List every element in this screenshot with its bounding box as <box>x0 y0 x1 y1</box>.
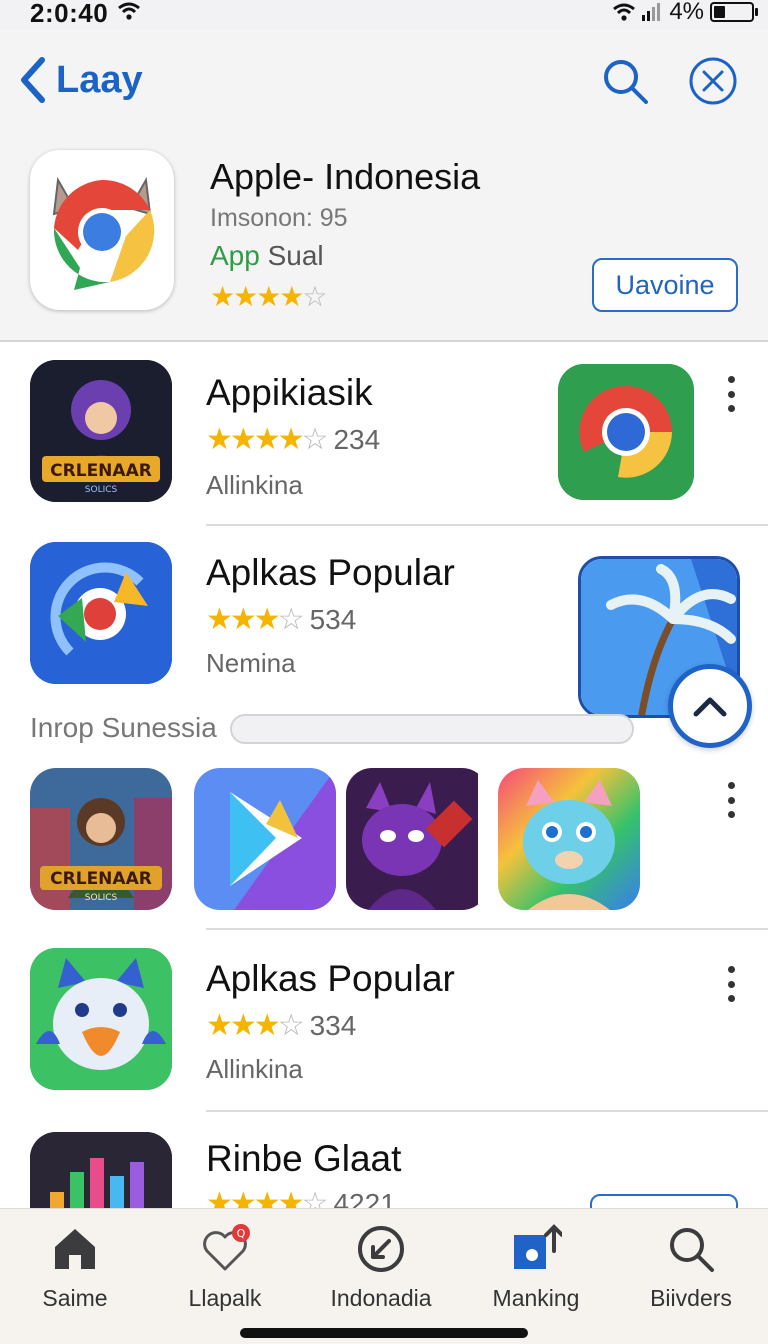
chrome-cat-icon <box>52 176 155 290</box>
game-app-icon-2[interactable]: CRLENAAR SOLICS <box>30 768 172 910</box>
tab-label: Saime <box>42 1285 108 1311</box>
app-rating: ★★★☆ 534 <box>206 602 356 637</box>
tab-explore[interactable]: Indonadia <box>306 1223 456 1312</box>
rating-count: 4221 <box>333 1187 396 1209</box>
compass-icon <box>358 1226 404 1272</box>
list-item[interactable]: Aplkas Popular ★★★☆ 334 Allinkina <box>0 944 768 1114</box>
section-progress-bar <box>230 714 634 744</box>
app-rating: ★★★★☆ 234 <box>206 422 380 457</box>
more-options-button[interactable] <box>716 372 746 416</box>
bar-chart-icon <box>30 1132 172 1208</box>
app-title: Aplkas Popular <box>206 958 455 999</box>
battery-fill <box>714 6 725 18</box>
featured-app-tag: App Sual <box>210 240 324 272</box>
svg-text:CRLENAAR: CRLENAAR <box>50 869 152 889</box>
play-store-app-icon[interactable] <box>194 768 336 910</box>
bird-mascot-icon <box>30 948 172 1090</box>
divider <box>206 524 768 526</box>
game-hero-icon: CRLENAAR SOLICS <box>30 768 172 910</box>
battery-percent: 4% <box>669 0 704 25</box>
game-character-icon: CRLENAAR SOLICS <box>30 360 172 502</box>
more-options-button[interactable] <box>716 962 746 1006</box>
app-subtitle: Allinkina <box>206 470 303 500</box>
status-bar: 2:0:40 4% <box>0 0 768 30</box>
list-item[interactable]: Aplkas Popular ★★★☆ 534 Nemina <box>0 540 768 718</box>
svg-text:Q: Q <box>237 1227 246 1240</box>
play-triangle-icon <box>194 768 336 910</box>
close-button[interactable] <box>688 56 738 106</box>
battery-icon <box>710 2 758 22</box>
tab-search[interactable]: Biivders <box>616 1223 766 1312</box>
featured-app-icon[interactable] <box>30 150 174 310</box>
rating-stars: ★★★★☆ <box>206 1187 328 1208</box>
tab-label: Biivders <box>650 1285 732 1311</box>
svg-text:SOLICS: SOLICS <box>85 485 118 495</box>
tab-favorites[interactable]: Q Llapalk <box>150 1223 300 1312</box>
recorder-app-icon <box>30 542 172 684</box>
featured-action-button[interactable]: Uavoine <box>592 258 738 312</box>
featured-app-subtitle: Imsonon: 95 <box>210 204 348 232</box>
back-button[interactable]: Laay <box>18 56 143 104</box>
status-time: 2:0:40 <box>30 0 109 28</box>
home-icon <box>55 1229 95 1269</box>
svg-text:CRLENAAR: CRLENAAR <box>50 461 152 481</box>
tag-app-text: App <box>210 240 260 271</box>
chrome-icon <box>558 364 694 500</box>
wifi-icon <box>118 2 140 20</box>
scroll-up-button[interactable] <box>668 664 752 748</box>
chevron-left-icon <box>21 57 45 103</box>
tab-label: Manking <box>492 1285 580 1311</box>
app-subtitle: Allinkina <box>206 1054 303 1084</box>
svg-text:SOLICS: SOLICS <box>85 893 118 903</box>
cat-face-icon <box>498 768 640 910</box>
chrome-app-icon[interactable] <box>558 364 694 500</box>
purple-cat-app-icon[interactable] <box>346 768 488 910</box>
home-indicator <box>240 1328 528 1338</box>
rating-stars: ★★★☆ <box>206 603 305 636</box>
rating-stars: ★★★☆ <box>206 1009 305 1042</box>
rainbow-cat-app-icon[interactable] <box>498 768 640 910</box>
bird-app-icon <box>30 948 172 1090</box>
tag-rest-text: Sual <box>259 240 324 271</box>
record-icon <box>30 542 172 684</box>
tab-home[interactable]: Saime <box>0 1223 150 1312</box>
featured-app-title: Apple- Indonesia <box>210 156 481 197</box>
app-title: Appikiasik <box>206 372 373 413</box>
section-label: Inrop Sunessia <box>30 712 217 743</box>
heart-icon: Q <box>203 1224 250 1271</box>
rating-stars: ★★★★☆ <box>206 423 328 456</box>
rating-count: 234 <box>333 423 381 455</box>
back-label: Laay <box>56 58 143 101</box>
search-button[interactable] <box>600 56 650 106</box>
app-title: Rinbe Glaat <box>206 1138 402 1179</box>
list-item[interactable]: Rinbe Glaat ★★★★☆ 4221 <box>0 1128 768 1208</box>
share-icon <box>514 1224 562 1269</box>
app-rating: ★★★★☆ 4221 <box>206 1186 396 1208</box>
app-header: Laay Apple- Indonesia Imsonon: 95 App Su… <box>0 30 768 342</box>
more-options-button[interactable] <box>716 778 746 822</box>
row-action-button[interactable] <box>590 1194 738 1208</box>
app-title: Aplkas Popular <box>206 552 455 593</box>
status-indicators: 4% <box>613 0 758 26</box>
app-rating: ★★★☆ 334 <box>206 1008 356 1043</box>
signal-icon <box>642 3 661 21</box>
app-subtitle: Nemina <box>206 648 296 678</box>
list-item[interactable]: CRLENAAR SOLICS Appikiasik ★★★★☆ 234 All… <box>0 356 768 526</box>
divider <box>206 928 768 930</box>
divider <box>206 1110 768 1112</box>
tab-label: Llapalk <box>188 1285 262 1311</box>
game-app-icon: CRLENAAR SOLICS <box>30 360 172 502</box>
search-icon <box>670 1228 714 1272</box>
rating-count: 534 <box>309 603 357 635</box>
wifi-icon <box>613 3 636 21</box>
tab-label: Indonadia <box>330 1285 432 1311</box>
chevron-up-icon <box>693 697 727 717</box>
rating-count: 334 <box>309 1009 357 1041</box>
tab-ranking[interactable]: Manking <box>461 1223 611 1312</box>
chart-app-icon <box>30 1132 172 1208</box>
featured-rating-stars: ★★★★☆ <box>210 281 328 312</box>
cat-icon <box>346 768 478 910</box>
tab-bar: Saime Q Llapalk Indonadia Manking Biivde… <box>0 1208 768 1344</box>
